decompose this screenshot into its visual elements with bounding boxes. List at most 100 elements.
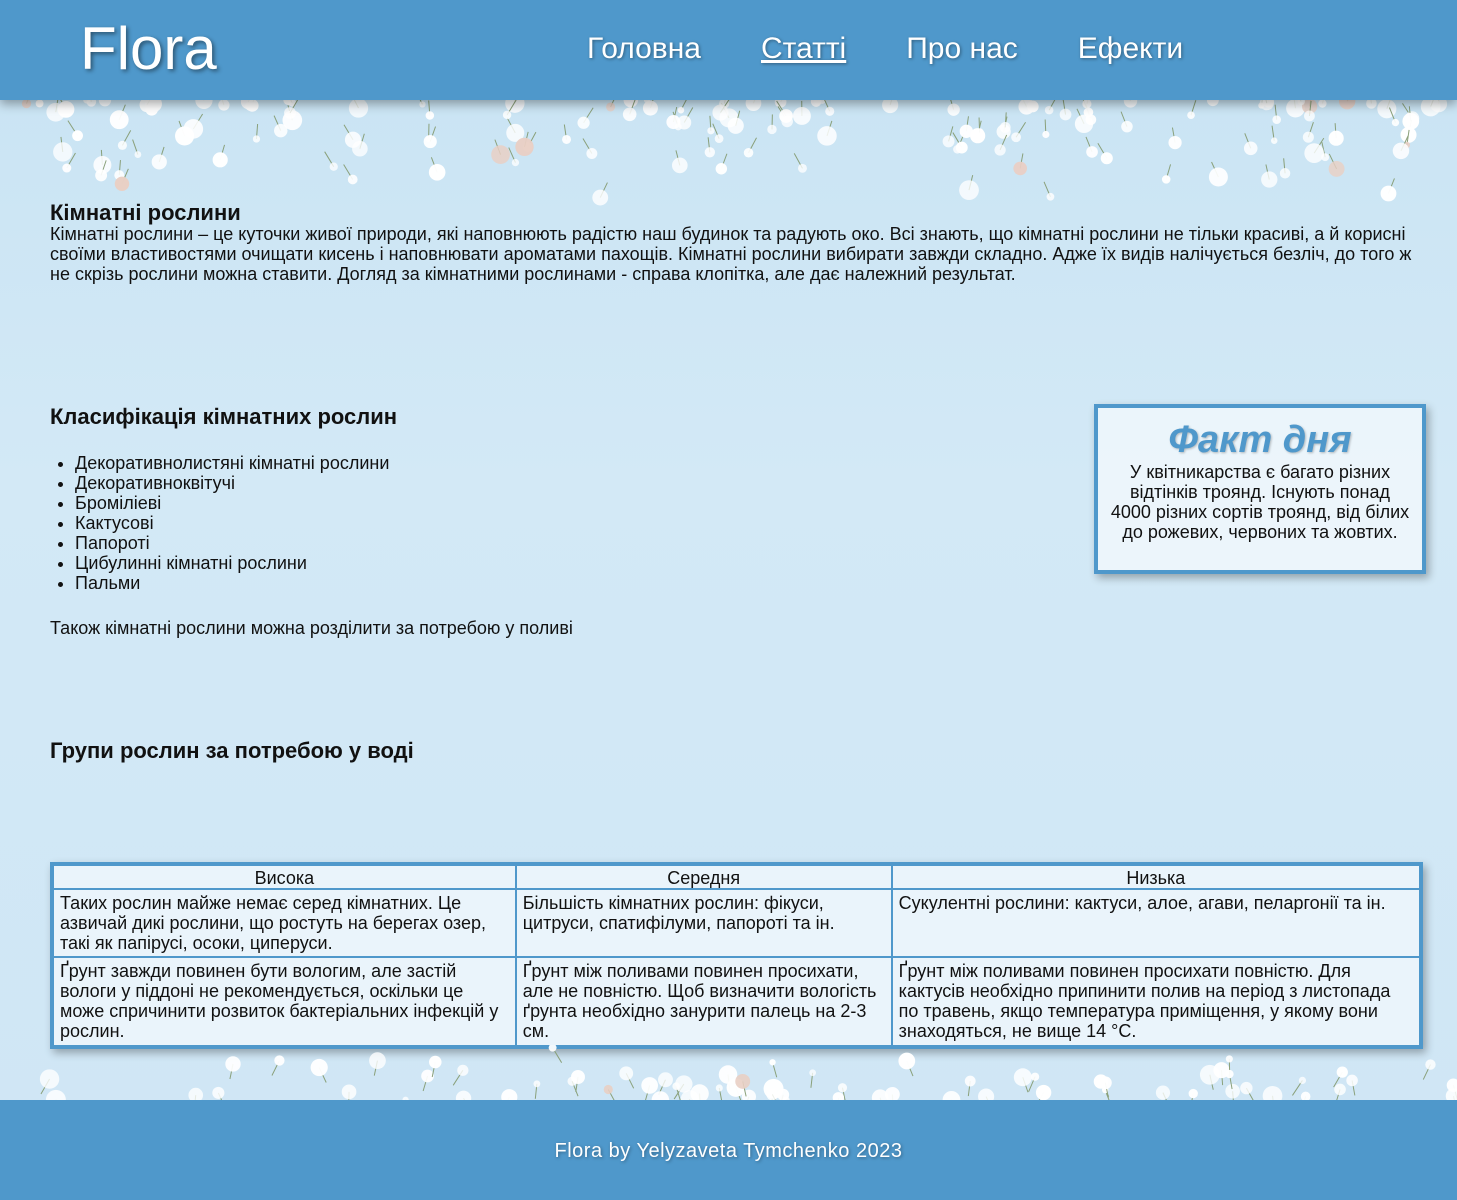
nav-about[interactable]: Про нас (906, 32, 1018, 66)
flower-blossom (491, 145, 510, 164)
flower-blossom (72, 130, 84, 142)
flower-blossom (1030, 1072, 1040, 1081)
flower-blossom (95, 169, 108, 182)
flower-blossom (1262, 1086, 1283, 1100)
flower-blossom (994, 144, 1006, 156)
flower-blossom (817, 126, 837, 146)
flower-blossom (341, 1084, 357, 1100)
flower-blossom (727, 117, 744, 134)
flower-blossom (284, 107, 296, 119)
flower-blossom (735, 1073, 751, 1089)
flower-blossom (1298, 1076, 1307, 1085)
flower-blossom (1302, 131, 1314, 143)
flower-blossom (1208, 167, 1228, 187)
flower-blossom (1261, 171, 1278, 188)
list-item: Декоративноквітучі (75, 473, 389, 493)
flower-blossom (1300, 1091, 1311, 1100)
column-header-high: Висока (51, 862, 517, 891)
flower-blossom (348, 100, 369, 118)
flower-blossom (1199, 1064, 1220, 1085)
flower-blossom (1187, 111, 1195, 120)
nav-home[interactable]: Головна (587, 32, 701, 66)
watering-note: Також кімнатні рослини можна розділити з… (50, 618, 573, 638)
flower-blossom (218, 100, 230, 111)
flower-blossom (884, 1086, 900, 1100)
flower-blossom (1059, 108, 1072, 121)
flower-blossom (35, 100, 44, 108)
flower-blossom (1240, 1081, 1253, 1095)
flower-blossom (978, 1088, 995, 1100)
flower-blossom (1168, 135, 1182, 150)
flower-blossom (707, 127, 715, 135)
flower-blossom (898, 1052, 916, 1070)
flower-blossom (425, 111, 435, 120)
main-nav: Головна Статті Про нас Ефекти (587, 32, 1243, 66)
flower-blossom (677, 106, 685, 114)
table-cell: Ґрунт між поливами повинен просихати, ал… (514, 956, 893, 1048)
nav-effects[interactable]: Ефекти (1078, 32, 1183, 66)
flower-blossom (1206, 100, 1219, 107)
flower-blossom (975, 128, 984, 137)
flower-blossom (274, 123, 288, 138)
flower-blossom (767, 124, 777, 135)
flower-blossom (745, 100, 762, 111)
flower-blossom (619, 1066, 634, 1081)
site-logo[interactable]: Flora (80, 14, 217, 83)
flower-blossom (1270, 137, 1278, 144)
flower-blossom (174, 126, 195, 146)
flower-blossom (1098, 1076, 1112, 1090)
flower-blossom (310, 1058, 328, 1077)
table-cell: Ґрунт між поливами повинен просихати пов… (890, 956, 1423, 1048)
flower-blossom (57, 101, 75, 118)
flower-blossom (1086, 146, 1098, 158)
flower-blossom (712, 104, 729, 121)
nav-articles[interactable]: Статті (761, 32, 846, 66)
flower-blossom (671, 157, 688, 174)
flower-blossom (21, 100, 32, 109)
flower-blossom (1334, 1083, 1346, 1096)
flower-blossom (1402, 112, 1420, 130)
flower-blossom (1272, 115, 1281, 124)
flower-blossom (423, 134, 437, 149)
flower-blossom (134, 151, 142, 158)
flower-blossom (1123, 100, 1138, 108)
flower-blossom (419, 101, 426, 108)
flower-blossom (1318, 100, 1327, 108)
flower-blossom (369, 1052, 386, 1070)
flower-blossom (1304, 110, 1315, 122)
table-cell: Таких рослин майже немає серед кімнатних… (51, 888, 517, 959)
flower-blossom (675, 1075, 693, 1093)
flower-blossom (1377, 100, 1397, 119)
flower-blossom (117, 140, 127, 150)
flower-blossom (882, 100, 899, 114)
flower-blossom (769, 1059, 776, 1066)
flower-blossom (666, 115, 681, 130)
flower-blossom (252, 135, 261, 143)
flower-blossom (1188, 1088, 1198, 1099)
flower-blossom (188, 1087, 204, 1100)
fact-title: Факт дня (1168, 419, 1352, 461)
flower-blossom (955, 141, 968, 154)
flower-blossom (1366, 100, 1377, 109)
flower-blossom (1328, 130, 1344, 146)
classification-title: Класифікація кімнатних рослин (50, 404, 398, 429)
flower-blossom (429, 1055, 442, 1069)
flower-blossom (455, 1090, 472, 1100)
flower-blossom (792, 106, 811, 125)
flower-blossom (1044, 105, 1054, 115)
flower-blossom (1380, 185, 1397, 202)
list-item: Декоративнолистяні кімнатні рослини (75, 453, 389, 473)
flower-blossom (501, 1089, 518, 1100)
list-item: Броміліеві (75, 493, 389, 513)
intro-text: Кімнатні рослини – це куточки живої прир… (50, 224, 1412, 284)
flower-blossom (622, 107, 637, 122)
flower-blossom (837, 1083, 848, 1093)
flower-blossom (288, 100, 297, 107)
flower-blossom (1425, 1059, 1436, 1070)
flower-blossom (428, 163, 446, 181)
list-item: Кактусові (75, 513, 389, 533)
flower-blossom (766, 1088, 779, 1100)
flower-blossom (586, 148, 598, 159)
flower-blossom (1035, 1084, 1052, 1100)
flower-blossom (225, 1056, 241, 1072)
